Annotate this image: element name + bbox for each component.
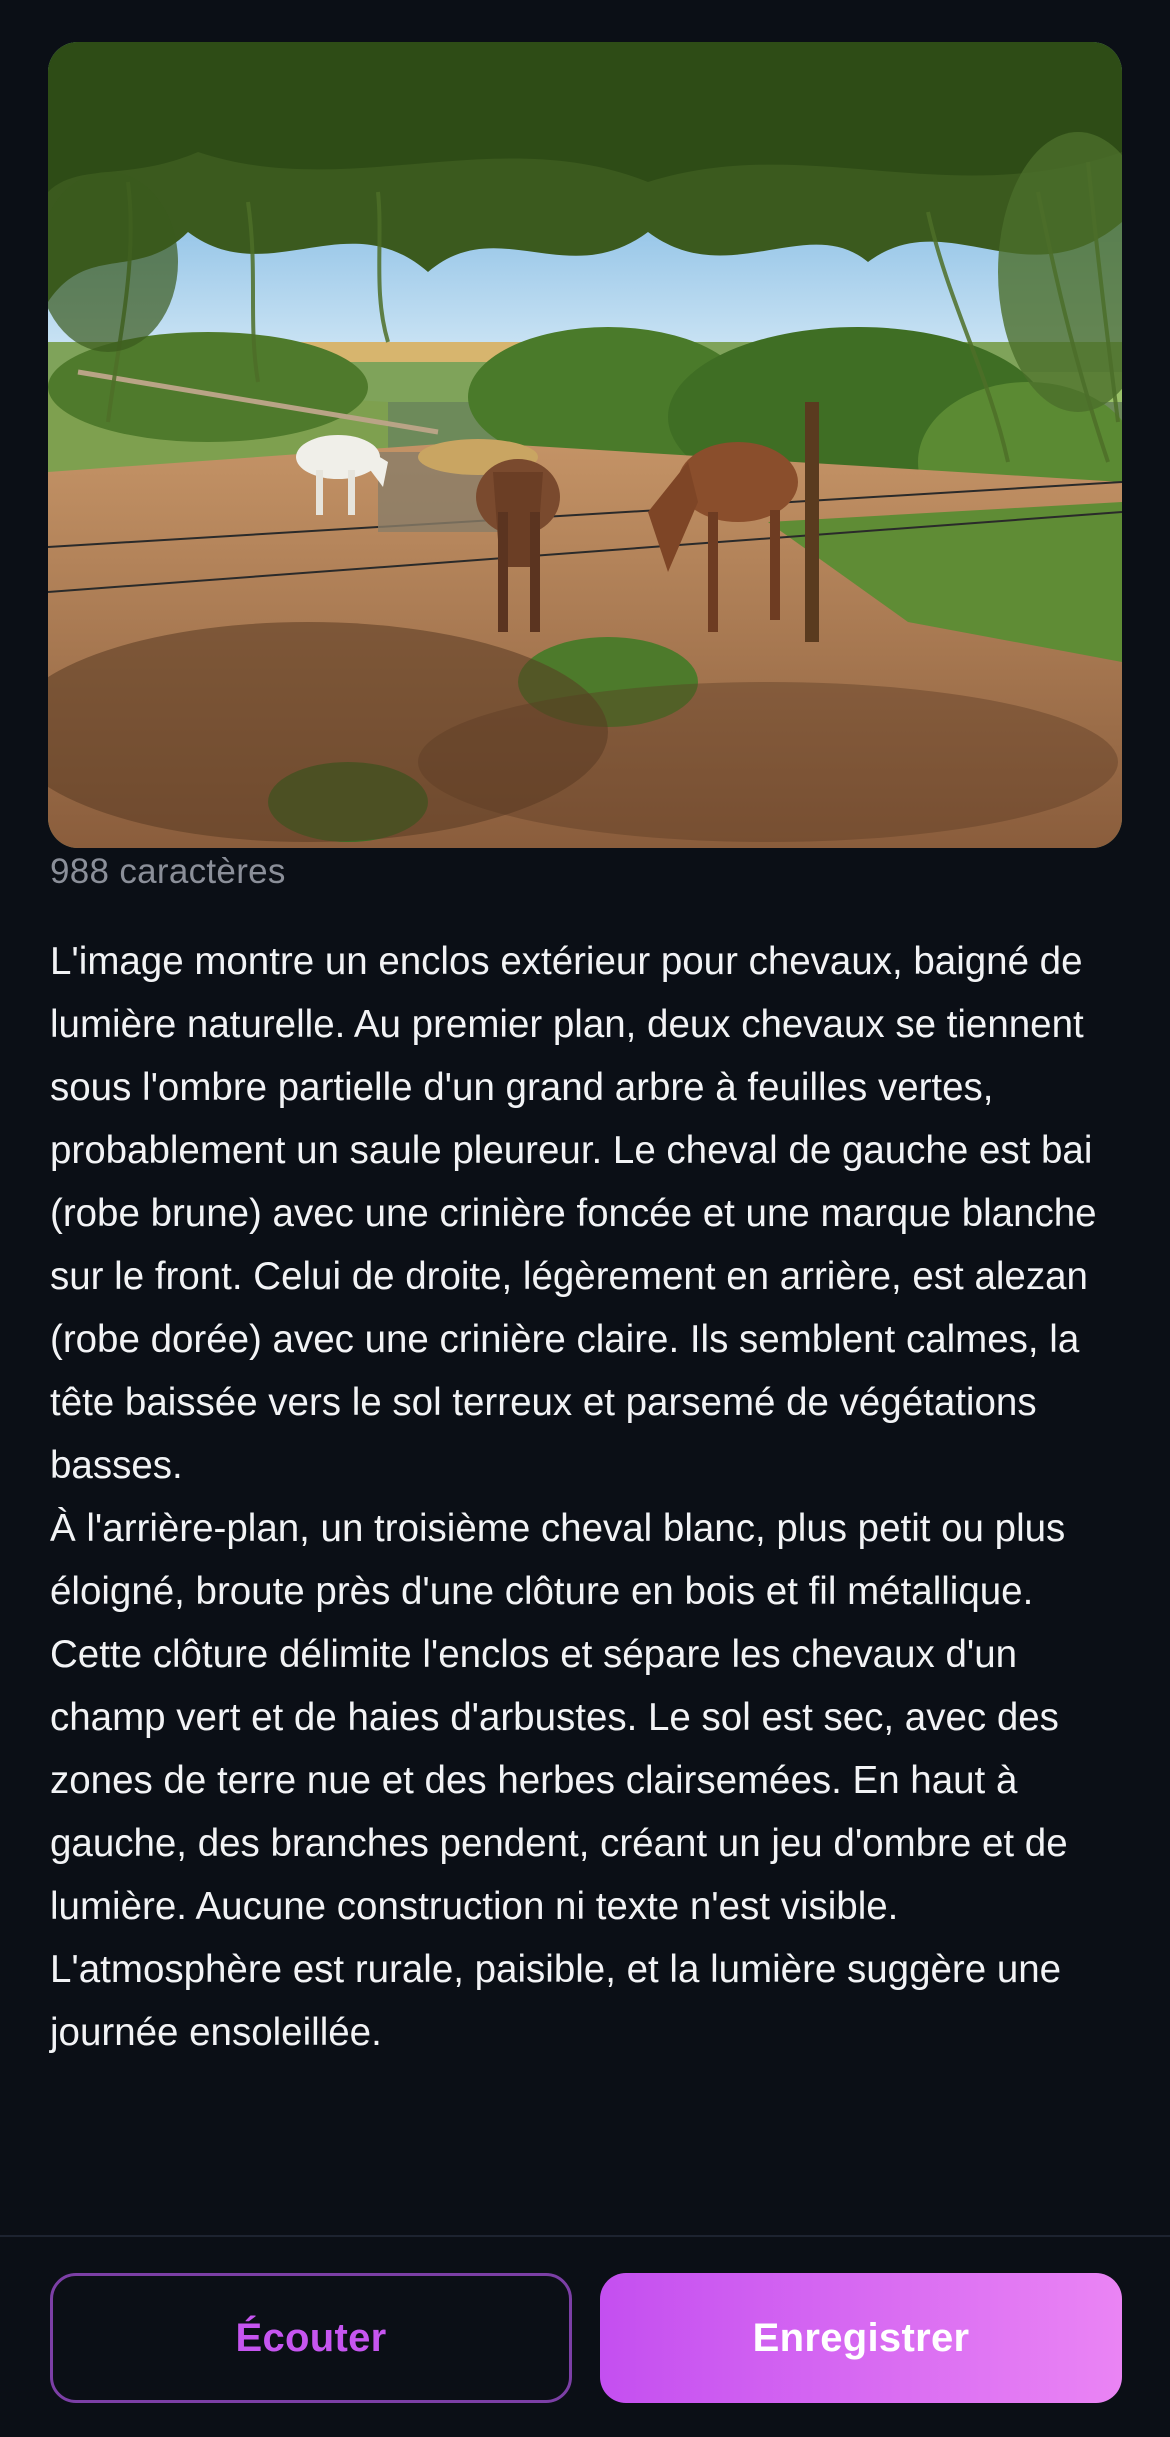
save-button-label: Enregistrer	[752, 2315, 970, 2360]
photo	[48, 42, 1122, 848]
description-paragraph: À l'arrière-plan, un troisième cheval bl…	[50, 1507, 1068, 2054]
paddock-photo	[48, 42, 1122, 848]
listen-button-label: Écouter	[235, 2315, 387, 2360]
bottom-action-bar: Écouter Enregistrer	[0, 2235, 1170, 2437]
listen-button[interactable]: Écouter	[50, 2273, 572, 2403]
screen: 988 caractères L'image montre un enclos …	[0, 0, 1170, 2437]
save-button[interactable]: Enregistrer	[600, 2273, 1122, 2403]
image-description: L'image montre un enclos extérieur pour …	[50, 930, 1130, 2064]
description-paragraph: L'image montre un enclos extérieur pour …	[50, 940, 1097, 1487]
character-count: 988 caractères	[50, 852, 286, 891]
